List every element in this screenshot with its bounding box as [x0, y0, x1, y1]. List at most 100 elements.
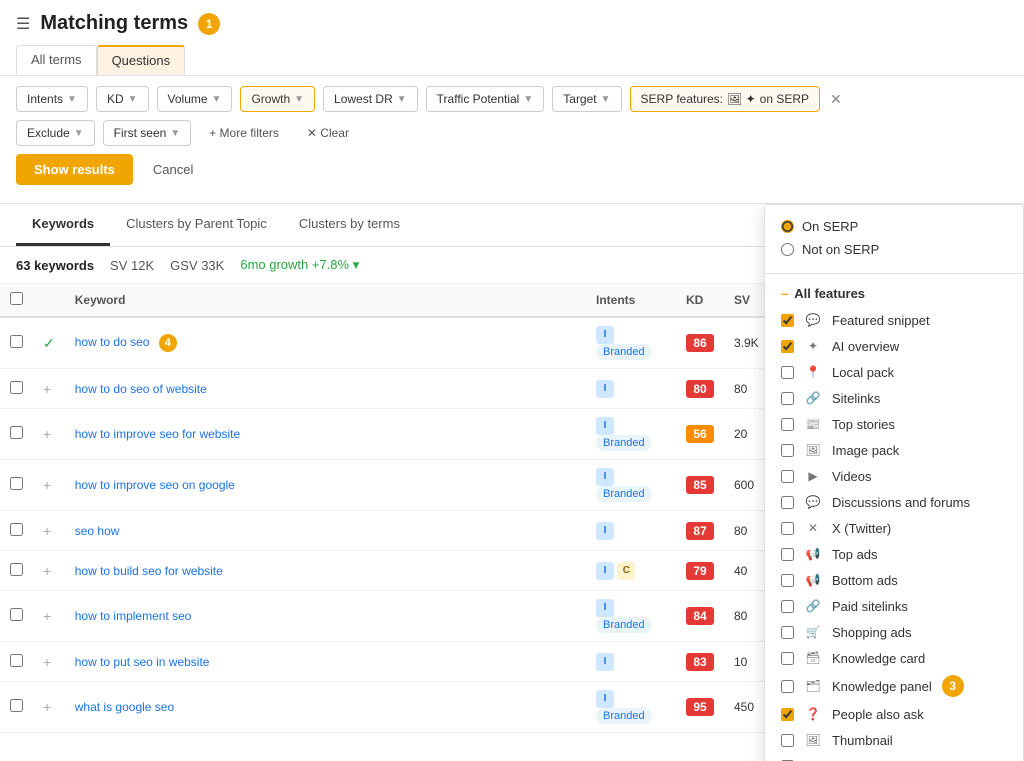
branded-badge: Branded	[596, 708, 652, 724]
keyword-link[interactable]: how to put seo in website	[75, 655, 210, 669]
filter-exclude[interactable]: Exclude ▼	[16, 120, 95, 146]
feature-checkbox[interactable]	[781, 626, 794, 639]
radio-on-serp-input[interactable]	[781, 220, 794, 233]
add-icon[interactable]: +	[43, 608, 51, 624]
keyword-link[interactable]: how to improve seo for website	[75, 427, 240, 441]
feature-item[interactable]: 📢 Top ads	[765, 541, 1023, 567]
tab-questions[interactable]: Questions	[97, 45, 186, 75]
feature-item[interactable]: 🗂 Knowledge panel 3	[765, 671, 1023, 701]
kd-badge: 83	[686, 653, 714, 671]
feature-item[interactable]: 🛒 Shopping ads	[765, 619, 1023, 645]
more-filters-button[interactable]: + More filters	[199, 121, 289, 145]
feature-item[interactable]: 📍 Local pack	[765, 359, 1023, 385]
feature-item[interactable]: 💬 Featured snippet	[765, 307, 1023, 333]
tab-keywords[interactable]: Keywords	[16, 204, 110, 246]
feature-checkbox[interactable]	[781, 366, 794, 379]
feature-item[interactable]: 🔗 Paid sitelinks	[765, 593, 1023, 619]
feature-item[interactable]: 🖼 Image pack	[765, 437, 1023, 463]
tab-clusters-terms[interactable]: Clusters by terms	[283, 204, 416, 246]
feature-checkbox[interactable]	[781, 340, 794, 353]
row-checkbox[interactable]	[10, 654, 23, 667]
feature-icon: ▶	[804, 757, 822, 761]
add-icon[interactable]: +	[43, 381, 51, 397]
feature-item[interactable]: ✕ X (Twitter)	[765, 515, 1023, 541]
feature-icon: 🔗	[804, 389, 822, 407]
keyword-link[interactable]: how to build seo for website	[75, 564, 223, 578]
feature-checkbox[interactable]	[781, 392, 794, 405]
feature-item[interactable]: 🗃 Knowledge card	[765, 645, 1023, 671]
row-checkbox[interactable]	[10, 335, 23, 348]
th-intents[interactable]: Intents	[586, 284, 676, 317]
row-checkbox[interactable]	[10, 477, 23, 490]
row-checkbox[interactable]	[10, 608, 23, 621]
feature-item[interactable]: 🖼 Thumbnail	[765, 727, 1023, 753]
feature-item[interactable]: 💬 Discussions and forums	[765, 489, 1023, 515]
filter-first-seen[interactable]: First seen ▼	[103, 120, 192, 146]
feature-checkbox[interactable]	[781, 600, 794, 613]
hamburger-icon[interactable]: ☰	[16, 14, 30, 34]
add-icon[interactable]: +	[43, 699, 51, 715]
feature-item[interactable]: 🔗 Sitelinks	[765, 385, 1023, 411]
feature-checkbox[interactable]	[781, 444, 794, 457]
feature-item[interactable]: ▶ Videos	[765, 463, 1023, 489]
radio-not-on-serp[interactable]: Not on SERP	[781, 238, 1007, 261]
row-checkbox[interactable]	[10, 699, 23, 712]
tab-all-terms[interactable]: All terms	[16, 45, 97, 75]
filter-lowest-dr[interactable]: Lowest DR ▼	[323, 86, 418, 112]
feature-checkbox[interactable]	[781, 734, 794, 747]
add-icon[interactable]: +	[43, 426, 51, 442]
feature-checkbox[interactable]	[781, 470, 794, 483]
add-icon[interactable]: +	[43, 477, 51, 493]
keyword-link[interactable]: how to do seo	[75, 335, 150, 349]
cancel-button[interactable]: Cancel	[141, 154, 205, 185]
tab-clusters-parent[interactable]: Clusters by Parent Topic	[110, 204, 283, 246]
feature-item[interactable]: 📢 Bottom ads	[765, 567, 1023, 593]
filter-intents[interactable]: Intents ▼	[16, 86, 88, 112]
filter-volume[interactable]: Volume ▼	[157, 86, 233, 112]
th-keyword[interactable]: Keyword	[65, 284, 586, 317]
filter-growth[interactable]: Growth ▼	[240, 86, 315, 112]
feature-checkbox[interactable]	[781, 522, 794, 535]
th-kd[interactable]: KD	[676, 284, 724, 317]
clear-button[interactable]: ✕ Clear	[297, 121, 359, 145]
feature-checkbox[interactable]	[781, 652, 794, 665]
feature-checkbox[interactable]	[781, 708, 794, 721]
serp-features-filter[interactable]: SERP features: 🖼 ✦ on SERP	[630, 86, 820, 112]
keyword-link[interactable]: how to do seo of website	[75, 382, 207, 396]
feature-checkbox[interactable]	[781, 548, 794, 561]
feature-checkbox[interactable]	[781, 680, 794, 693]
filter-traffic-potential[interactable]: Traffic Potential ▼	[426, 86, 545, 112]
add-icon[interactable]: +	[43, 563, 51, 579]
filter-kd[interactable]: KD ▼	[96, 86, 149, 112]
keyword-link[interactable]: seo how	[75, 524, 120, 538]
show-results-button[interactable]: Show results	[16, 154, 133, 185]
serp-close-button[interactable]: ✕	[828, 91, 844, 108]
feature-checkbox[interactable]	[781, 314, 794, 327]
growth-stat[interactable]: 6mo growth +7.8% ▾	[240, 257, 359, 273]
row-intents: I	[586, 511, 676, 551]
row-keyword: seo how	[65, 511, 586, 551]
row-checkbox[interactable]	[10, 523, 23, 536]
all-features-header: – All features	[765, 280, 1023, 307]
add-icon[interactable]: +	[43, 523, 51, 539]
row-checkbox[interactable]	[10, 563, 23, 576]
row-checkbox[interactable]	[10, 381, 23, 394]
feature-checkbox[interactable]	[781, 418, 794, 431]
row-checkbox[interactable]	[10, 426, 23, 439]
keyword-link[interactable]: what is google seo	[75, 700, 174, 714]
keyword-link[interactable]: how to implement seo	[75, 609, 192, 623]
row-kd: 56	[676, 409, 724, 460]
select-all-checkbox[interactable]	[10, 292, 23, 305]
feature-checkbox[interactable]	[781, 574, 794, 587]
feature-item[interactable]: ✦ AI overview	[765, 333, 1023, 359]
filter-target[interactable]: Target ▼	[552, 86, 621, 112]
radio-not-on-serp-input[interactable]	[781, 243, 794, 256]
feature-checkbox[interactable]	[781, 496, 794, 509]
radio-on-serp[interactable]: On SERP	[781, 215, 1007, 238]
feature-item[interactable]: ❓ People also ask	[765, 701, 1023, 727]
arrow-icon: ▼	[397, 94, 407, 105]
feature-item[interactable]: ▶ Video preview	[765, 753, 1023, 761]
keyword-link[interactable]: how to improve seo on google	[75, 478, 235, 492]
feature-item[interactable]: 📰 Top stories	[765, 411, 1023, 437]
add-icon[interactable]: +	[43, 654, 51, 670]
